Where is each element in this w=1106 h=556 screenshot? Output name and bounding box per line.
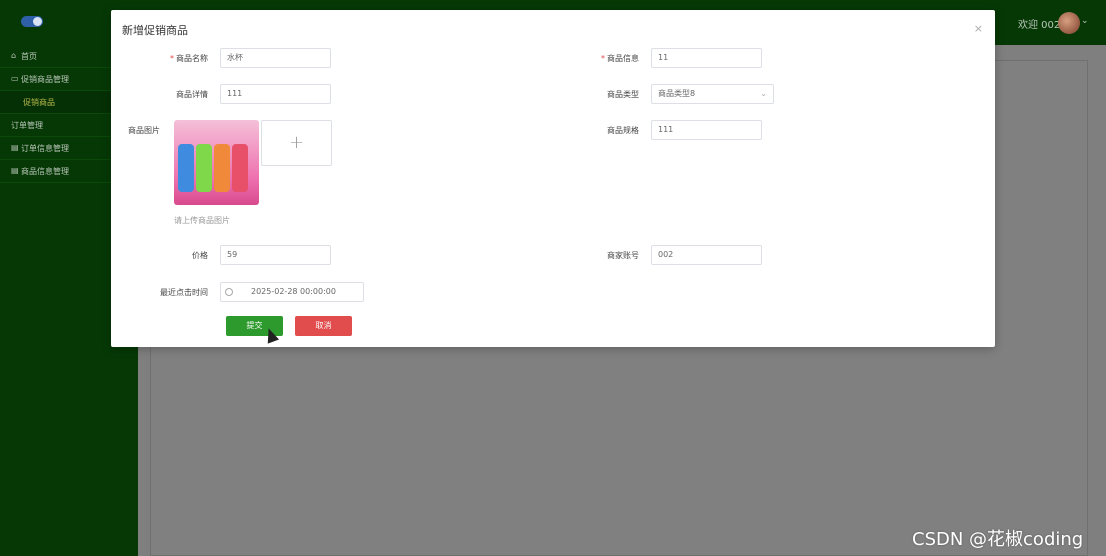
name-label: * 商品名称 — [170, 54, 208, 63]
sidebar-item-label: 首页 — [21, 51, 37, 61]
type-label: 商品类型 — [607, 90, 639, 99]
document-icon: ▤ — [11, 166, 19, 175]
plus-icon: + — [288, 132, 305, 153]
folder-icon: ▭ — [11, 74, 19, 83]
image-upload-button[interactable]: + — [261, 120, 332, 166]
image-label: 商品图片 — [128, 126, 160, 135]
sidebar-item-label: 促销商品 — [23, 97, 55, 107]
merchant-label: 商家账号 — [607, 251, 639, 260]
welcome-text: 欢迎 002 — [1018, 20, 1061, 31]
upload-hint: 请上传商品图片 — [174, 216, 230, 225]
price-input[interactable]: 59 — [220, 245, 331, 265]
sidebar-item-label: 订单信息管理 — [21, 143, 69, 153]
clock-icon — [225, 288, 233, 296]
chevron-down-icon[interactable]: ⌄ — [1081, 16, 1089, 26]
sidebar-item-label: 订单管理 — [11, 120, 43, 130]
add-promo-goods-dialog: 新增促销商品 × * 商品名称 水杯 * 商品信息 11 商品详情 111 商品类型… — [111, 10, 995, 347]
sidebar-item-label: 商品信息管理 — [21, 166, 69, 176]
sidebar-toggle-switch[interactable] — [21, 16, 43, 27]
close-icon[interactable]: × — [974, 22, 983, 35]
last-click-datetime-input[interactable]: 2025-02-28 00:00:00 — [220, 282, 364, 302]
spec-label: 商品规格 — [607, 126, 639, 135]
detail-label: 商品详情 — [176, 90, 208, 99]
merchant-input[interactable]: 002 — [651, 245, 762, 265]
type-select[interactable]: 商品类型8 ⌄ — [651, 84, 774, 104]
watermark: CSDN @花椒coding — [912, 529, 1084, 550]
cancel-button[interactable]: 取消 — [295, 316, 352, 336]
chevron-down-icon: ⌄ — [760, 89, 767, 98]
document-icon: ▤ — [11, 143, 19, 152]
last-click-label: 最近点击时间 — [160, 288, 208, 297]
last-click-value: 2025-02-28 00:00:00 — [251, 287, 336, 296]
detail-input[interactable]: 111 — [220, 84, 331, 104]
info-label: * 商品信息 — [601, 54, 639, 63]
dialog-title: 新增促销商品 — [122, 24, 188, 37]
price-label: 价格 — [192, 251, 208, 260]
sidebar-item-label: 促销商品管理 — [21, 74, 69, 84]
info-input[interactable]: 11 — [651, 48, 762, 68]
name-input[interactable]: 水杯 — [220, 48, 331, 68]
type-select-value: 商品类型8 — [658, 89, 696, 98]
home-icon: ⌂ — [11, 51, 17, 60]
spec-input[interactable]: 111 — [651, 120, 762, 140]
uploaded-product-image[interactable] — [174, 120, 259, 205]
user-avatar[interactable] — [1058, 12, 1080, 34]
